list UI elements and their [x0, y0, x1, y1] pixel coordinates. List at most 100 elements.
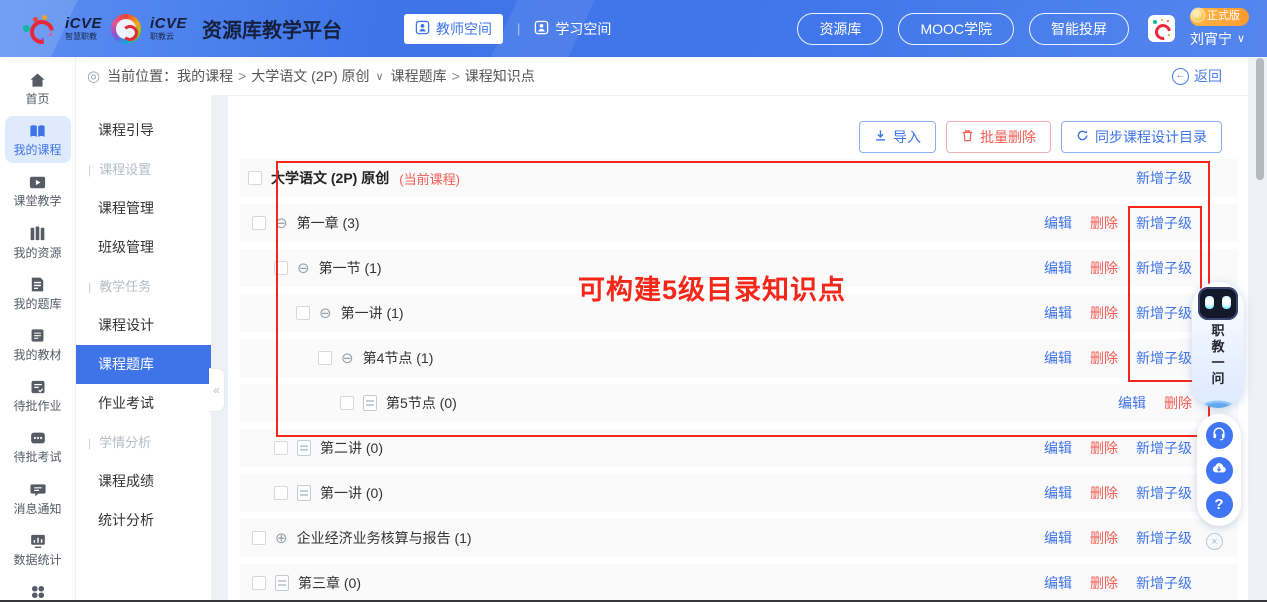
submenu-item-stat-analysis[interactable]: 统计分析	[76, 501, 211, 540]
sidebar-item-my-textbook[interactable]: 我的教材	[5, 321, 71, 368]
row-checkbox[interactable]	[340, 396, 354, 410]
sidebar-item-label: 数据统计	[13, 554, 61, 567]
sidebar-item-third-party[interactable]: 第三方应用	[5, 577, 71, 602]
row-action-add[interactable]: 新增子级	[1136, 168, 1192, 188]
header-pill[interactable]: 资源库	[797, 13, 883, 45]
row-action-delete[interactable]: 删除	[1090, 528, 1118, 548]
breadcrumb-caret-down-icon[interactable]	[376, 70, 384, 83]
expand-toggle-icon[interactable]	[275, 531, 288, 546]
user-area[interactable]: 正式版 刘宵宁	[1190, 8, 1249, 48]
row-checkbox[interactable]	[252, 576, 266, 590]
row-action-edit[interactable]: 编辑	[1044, 438, 1072, 458]
row-action-edit[interactable]: 编辑	[1118, 393, 1146, 413]
sidebar-item-exams[interactable]: 待批考试	[5, 423, 71, 470]
row-action-delete[interactable]: 删除	[1090, 348, 1118, 368]
exam-icon	[28, 428, 48, 448]
row-checkbox[interactable]	[248, 171, 262, 185]
breadcrumb-segment[interactable]: 课程知识点	[465, 66, 535, 86]
sidebar-item-classroom[interactable]: 课堂教学	[5, 167, 71, 214]
header-pill[interactable]: MOOC学院	[898, 13, 1014, 45]
assistant-label-char: 职	[1211, 323, 1224, 339]
row-action-delete[interactable]: 删除	[1090, 303, 1118, 323]
row-action-delete[interactable]: 删除	[1090, 483, 1118, 503]
sidebar-item-my-resources[interactable]: 我的资源	[5, 219, 71, 266]
sidebar-item-my-courses[interactable]: 我的课程	[5, 116, 71, 163]
row-checkbox[interactable]	[274, 441, 288, 455]
submenu-item-course-grades[interactable]: 课程成绩	[76, 462, 211, 501]
scrollbar-thumb[interactable]	[1256, 58, 1264, 180]
row-action-add[interactable]: 新增子级	[1136, 213, 1192, 233]
sidebar-item-my-bank[interactable]: 我的题库	[5, 270, 71, 317]
row-checkbox[interactable]	[318, 351, 332, 365]
submenu-item-homework-exam[interactable]: 作业考试	[76, 384, 211, 423]
tree-row: 第三章 (0)编辑删除新增子级	[240, 564, 1238, 602]
row-action-edit[interactable]: 编辑	[1044, 213, 1072, 233]
sidebar-item-stats[interactable]: 数据统计	[5, 526, 71, 573]
row-action-edit[interactable]: 编辑	[1044, 483, 1072, 503]
collapse-toggle-icon[interactable]	[341, 351, 354, 366]
course-submenu: 课程引导课程设置课程管理班级管理教学任务课程设计课程题库作业考试学情分析课程成绩…	[75, 95, 211, 602]
row-actions: 编辑删除新增子级	[1044, 528, 1192, 548]
row-action-edit[interactable]: 编辑	[1044, 573, 1072, 593]
breadcrumb-separator: >	[452, 68, 460, 84]
sidebar-item-messages[interactable]: 消息通知	[5, 475, 71, 522]
row-action-add[interactable]: 新增子级	[1136, 483, 1192, 503]
row-actions: 编辑删除新增子级	[1044, 438, 1192, 458]
row-action-delete[interactable]: 删除	[1090, 258, 1118, 278]
batch-delete-button[interactable]: 批量删除	[946, 121, 1051, 153]
import-button[interactable]: 导入	[859, 121, 936, 153]
collapse-toggle-icon[interactable]	[319, 306, 332, 321]
row-action-delete[interactable]: 删除	[1090, 213, 1118, 233]
row-checkbox[interactable]	[274, 261, 288, 275]
submenu-item-course-manage[interactable]: 课程管理	[76, 189, 211, 228]
stats-icon	[28, 531, 48, 551]
download-button[interactable]	[1206, 457, 1233, 484]
student-space-tab[interactable]: 学习空间	[534, 19, 611, 39]
help-button[interactable]	[1206, 491, 1233, 518]
robot-icon	[1198, 287, 1238, 320]
row-action-edit[interactable]: 编辑	[1044, 303, 1072, 323]
sync-directory-button[interactable]: 同步课程设计目录	[1061, 121, 1222, 153]
submenu-item-course-bank[interactable]: 课程题库	[76, 345, 211, 384]
widget-close-icon[interactable]	[1206, 533, 1223, 550]
row-checkbox[interactable]	[252, 531, 266, 545]
row-action-delete[interactable]: 删除	[1164, 393, 1192, 413]
tree-row: 第二讲 (0)编辑删除新增子级	[240, 429, 1238, 467]
submenu-item-course-guide[interactable]: 课程引导	[76, 111, 211, 150]
teacher-space-tab[interactable]: 教师空间	[404, 14, 503, 44]
row-action-add[interactable]: 新增子级	[1136, 303, 1192, 323]
row-actions: 编辑删除新增子级	[1044, 303, 1192, 323]
sidebar-item-label: 消息通知	[13, 503, 61, 516]
row-action-edit[interactable]: 编辑	[1044, 348, 1072, 368]
row-action-add[interactable]: 新增子级	[1136, 348, 1192, 368]
row-action-add[interactable]: 新增子级	[1136, 573, 1192, 593]
row-action-delete[interactable]: 删除	[1090, 438, 1118, 458]
header-pill[interactable]: 智能投屏	[1029, 13, 1129, 45]
sidebar-item-home[interactable]: 首页	[5, 65, 71, 112]
row-action-edit[interactable]: 编辑	[1044, 528, 1072, 548]
collapse-toggle-icon[interactable]	[275, 216, 288, 231]
row-checkbox[interactable]	[274, 486, 288, 500]
collapse-toggle-icon[interactable]	[297, 261, 310, 276]
customer-service-button[interactable]	[1206, 422, 1233, 449]
sidebar-item-homework[interactable]: 待批作业	[5, 372, 71, 419]
submenu-item-course-design[interactable]: 课程设计	[76, 306, 211, 345]
sidebar-collapse-handle[interactable]	[209, 368, 225, 412]
assistant-widget[interactable]: 职教一问	[1192, 282, 1244, 408]
row-action-edit[interactable]: 编辑	[1044, 258, 1072, 278]
submenu-section-course-settings: 课程设置	[76, 150, 211, 189]
import-label: 导入	[893, 127, 921, 147]
breadcrumb-segment[interactable]: 我的课程	[177, 66, 233, 86]
submenu-item-class-manage[interactable]: 班级管理	[76, 228, 211, 267]
row-action-add[interactable]: 新增子级	[1136, 438, 1192, 458]
row-action-add[interactable]: 新增子级	[1136, 528, 1192, 548]
row-action-add[interactable]: 新增子级	[1136, 258, 1192, 278]
back-button[interactable]: 返回	[1172, 66, 1222, 86]
breadcrumb-segment[interactable]: 大学语文 (2P) 原创	[251, 66, 369, 86]
top-header: iCVE 智慧职教 iCVE 职教云 资源库教学平台 教师空间 学习空间 资源库…	[0, 0, 1267, 57]
row-checkbox[interactable]	[252, 216, 266, 230]
icve-app-icon[interactable]	[1148, 15, 1175, 42]
breadcrumb-segment[interactable]: 课程题库	[391, 66, 447, 86]
row-action-delete[interactable]: 删除	[1090, 573, 1118, 593]
row-checkbox[interactable]	[296, 306, 310, 320]
